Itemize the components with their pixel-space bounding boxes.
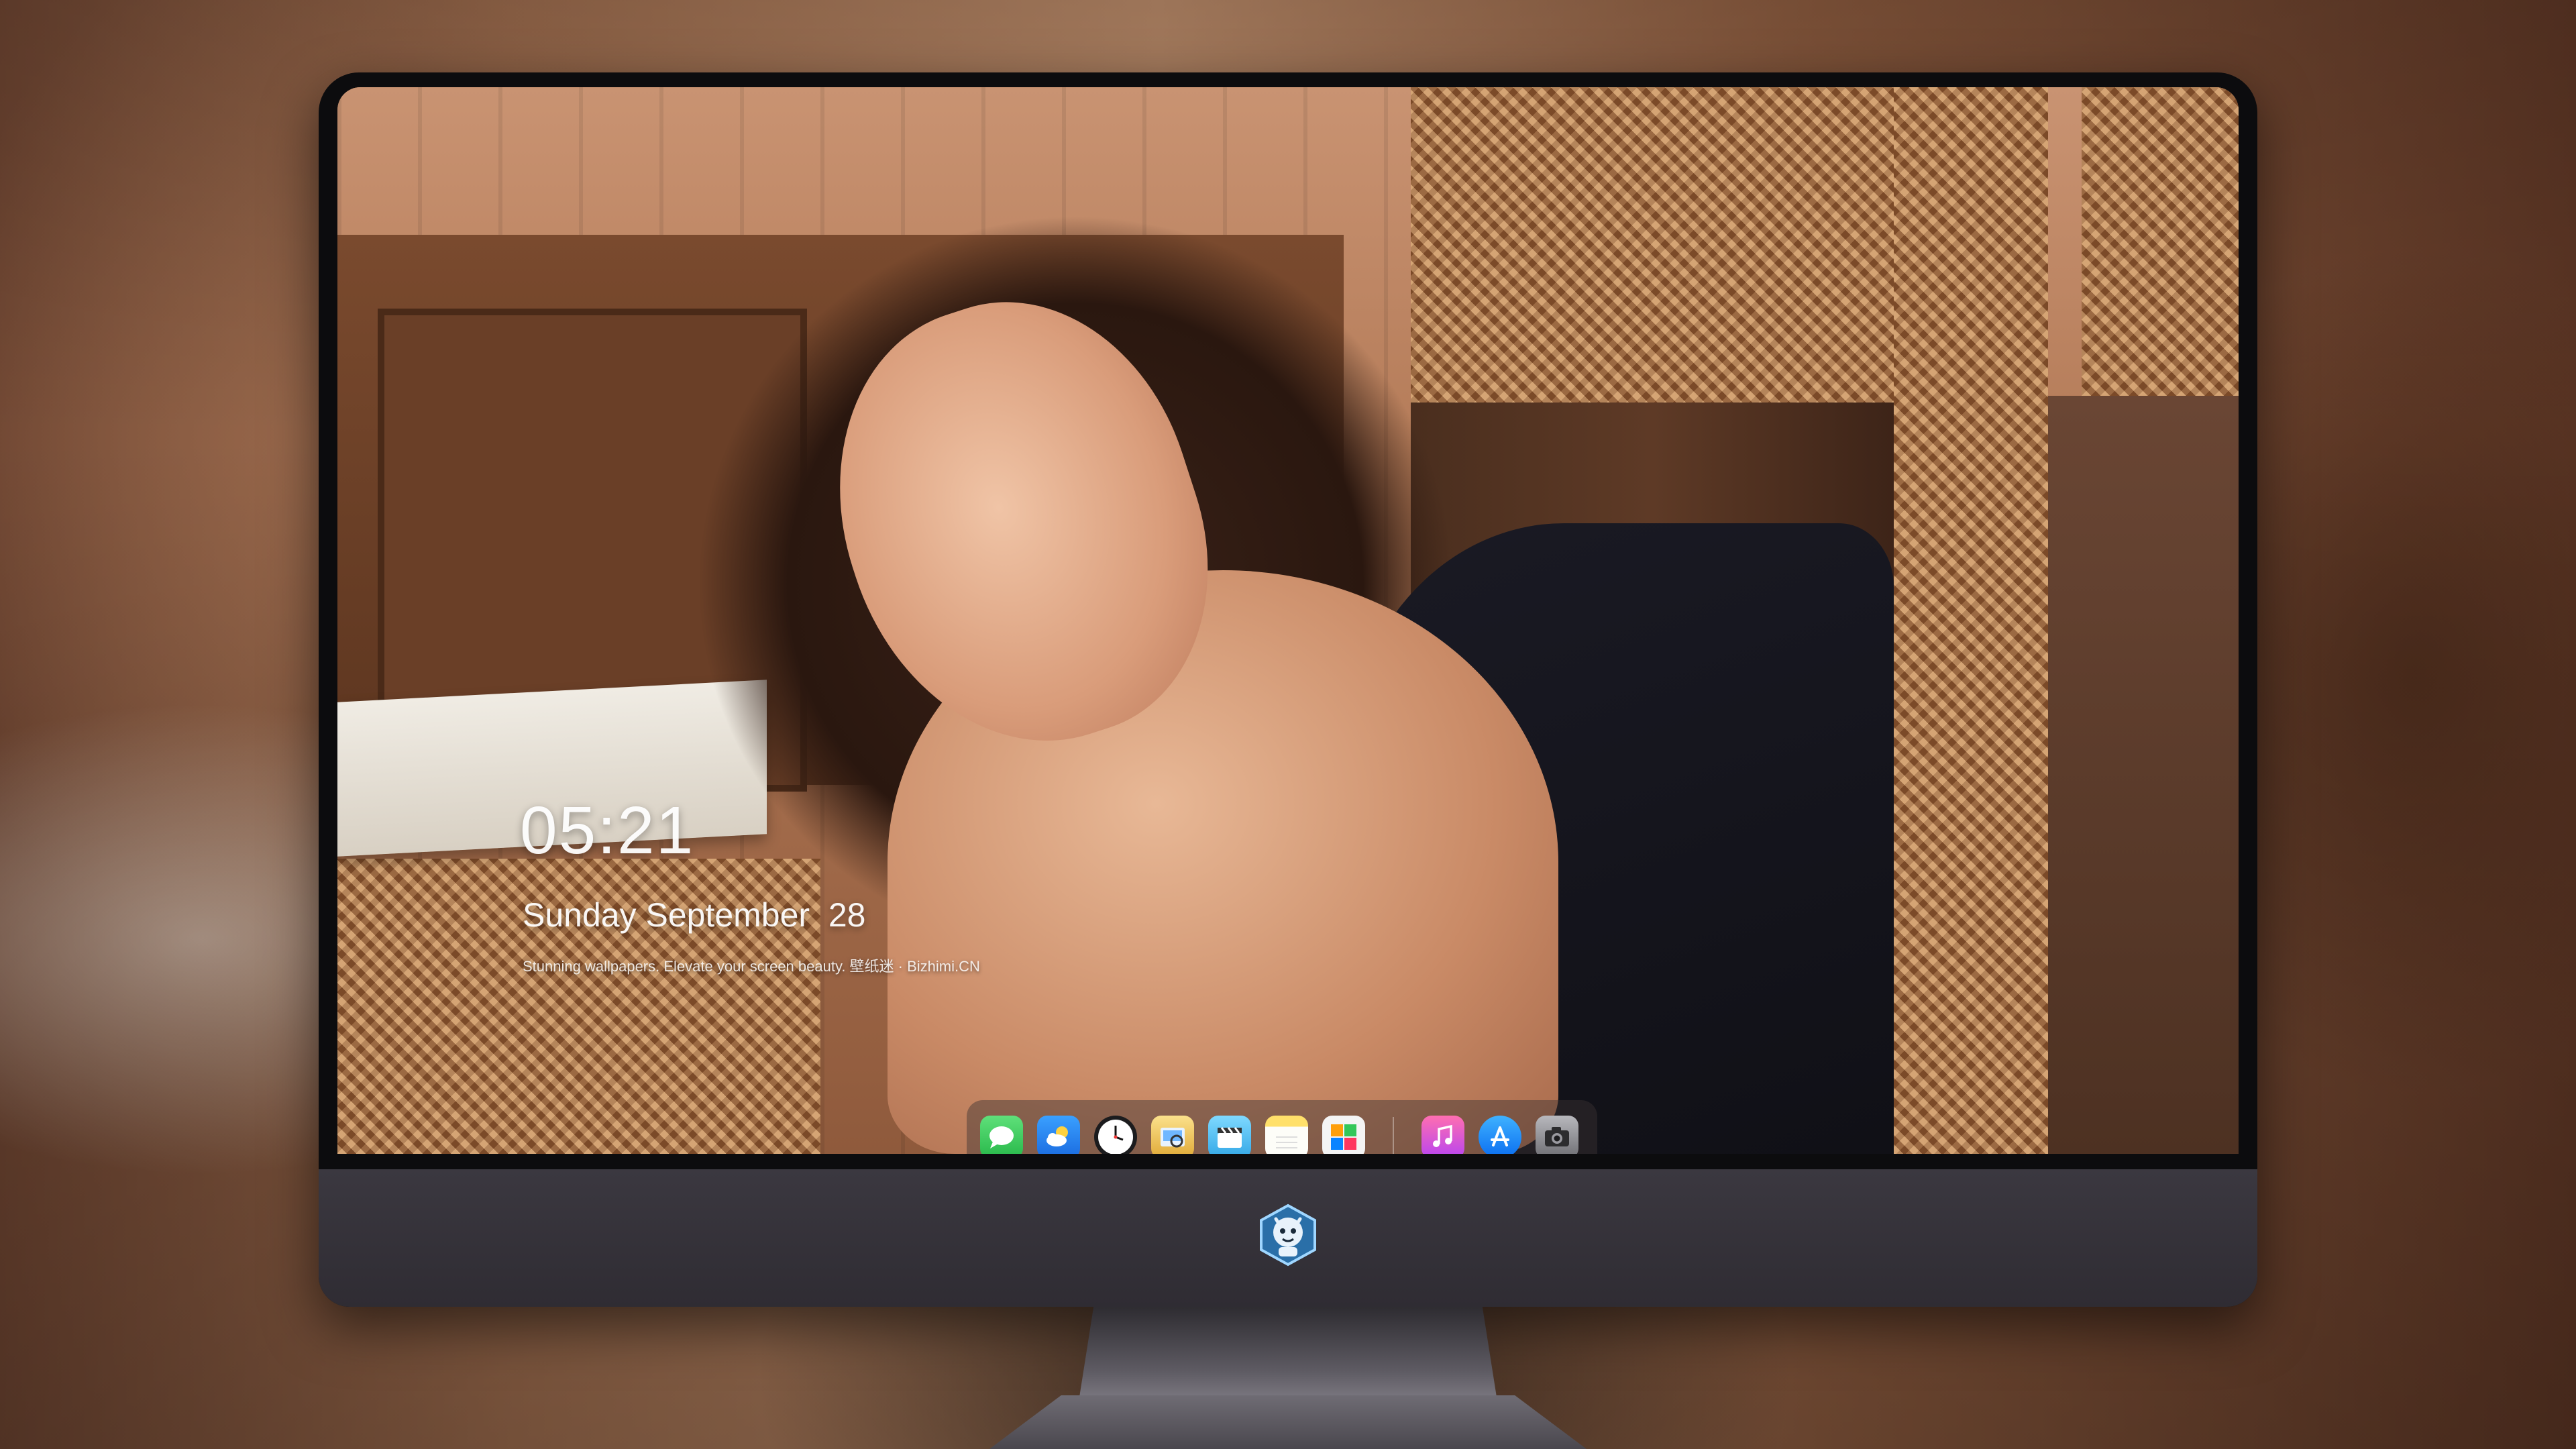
camera-icon[interactable] <box>1536 1116 1578 1154</box>
app-store-icon[interactable] <box>1479 1116 1521 1154</box>
lock-screen-date: Sunday September 28 <box>523 896 866 934</box>
mascot-logo-icon <box>1256 1203 1320 1267</box>
wallpaper-image <box>337 87 2239 1154</box>
photo-app-icon[interactable] <box>1322 1116 1365 1154</box>
music-icon[interactable] <box>1421 1116 1464 1154</box>
clock-icon[interactable] <box>1094 1116 1137 1154</box>
lock-screen-time: 05:21 <box>520 793 695 868</box>
monitor-stand-base <box>989 1395 1587 1449</box>
clapperboard-icon[interactable] <box>1208 1116 1251 1154</box>
desktop-screen[interactable]: 05:21 Sunday September 28 Stunning wallp… <box>337 87 2239 1154</box>
monitor-chin <box>319 1169 2257 1307</box>
messages-icon[interactable] <box>980 1116 1023 1154</box>
wallpaper-tagline: Stunning wallpapers. Elevate your screen… <box>523 958 980 975</box>
weather-icon[interactable] <box>1037 1116 1080 1154</box>
dock-separator <box>1393 1117 1394 1154</box>
monitor-frame: 05:21 Sunday September 28 Stunning wallp… <box>319 72 2257 1307</box>
notes-icon[interactable] <box>1265 1116 1308 1154</box>
preview-icon[interactable] <box>1151 1116 1194 1154</box>
dock <box>967 1100 1597 1154</box>
